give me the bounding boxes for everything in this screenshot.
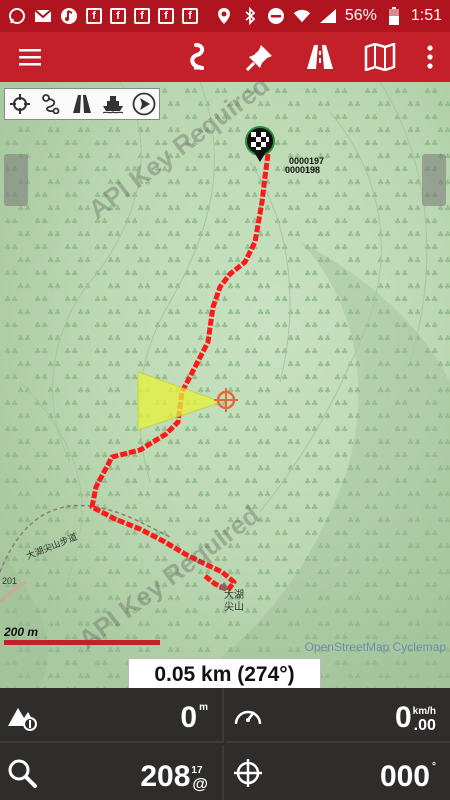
navigate-icon (132, 92, 155, 116)
road-tool-button[interactable] (69, 91, 95, 117)
whatsapp-icon (8, 7, 26, 25)
bluetooth-icon (241, 7, 259, 25)
accuracy-value: 208 (140, 760, 191, 793)
facebook-icon: f (182, 8, 198, 24)
menu-icon (19, 49, 41, 66)
speed-value: 0 (394, 701, 412, 734)
distance-readout: 0.05 km (274°) (128, 658, 321, 688)
speedometer-icon (234, 710, 262, 725)
facebook-icon: f (86, 8, 102, 24)
more-options-button[interactable] (410, 32, 450, 82)
road-icon (72, 95, 91, 113)
bearing-unit: ° (432, 761, 436, 772)
bearing-value: 000 (379, 760, 430, 793)
elevation-unit: m (199, 702, 208, 713)
locate-button[interactable] (7, 91, 33, 117)
dashboard: 0 m 0 km/h .00 208 17 @ 000 ° (0, 688, 450, 800)
elevation-icon (8, 708, 37, 731)
right-panel-handle[interactable] (422, 154, 446, 206)
scale-label: 200 m (4, 625, 39, 639)
accuracy-sub: @ (192, 776, 208, 793)
left-panel-handle[interactable] (4, 154, 28, 206)
facebook-icon: f (110, 8, 126, 24)
map-attribution[interactable]: OpenStreetMap Cyclemap (305, 640, 446, 654)
route-tool-button[interactable] (38, 91, 64, 117)
target-icon (10, 94, 31, 114)
facebook-icon: f (158, 8, 174, 24)
accuracy-cell[interactable]: 208 17 @ (0, 745, 224, 800)
elevation-value: 0 (180, 701, 198, 734)
speed-unit: km/h (412, 706, 436, 717)
route-button[interactable] (170, 32, 230, 82)
waypoint-label: 0000198 (285, 165, 321, 175)
map-icon (364, 43, 396, 71)
do-not-disturb-icon (267, 7, 285, 25)
more-vert-icon (427, 45, 433, 69)
waypoint-pin-button[interactable] (230, 32, 290, 82)
map-button[interactable] (350, 32, 410, 82)
mail-icon (34, 7, 52, 25)
menu-button[interactable] (0, 32, 60, 82)
crosshair-icon (234, 759, 262, 787)
music-icon (60, 7, 78, 25)
accuracy-sup: 17 (191, 765, 203, 776)
place-name: 尖山 (224, 602, 244, 613)
ferry-icon (102, 96, 124, 114)
wifi-icon (293, 7, 311, 25)
route-icon (190, 43, 205, 70)
signal-icon (319, 7, 337, 25)
scale-bar (4, 640, 160, 645)
location-icon (215, 7, 233, 25)
road-icon (307, 45, 333, 69)
battery-icon (385, 7, 403, 25)
app-toolbar (0, 32, 450, 82)
battery-percent: 56% (344, 7, 377, 24)
speed-cell[interactable]: 0 km/h .00 (226, 688, 450, 743)
facebook-icon: f (134, 8, 150, 24)
status-bar: f f f f f 56% 1:51 (0, 0, 450, 32)
map-scale: 200 m (4, 625, 160, 645)
pin-icon (245, 45, 272, 72)
map-tools-panel (4, 88, 160, 120)
route-icon (42, 94, 60, 114)
bearing-cell[interactable]: 000 ° (226, 745, 450, 800)
ferry-tool-button[interactable] (100, 91, 126, 117)
search-icon (8, 759, 37, 788)
navigate-button[interactable] (131, 91, 157, 117)
road-number: 201 (2, 576, 18, 586)
speed-decimals: .00 (413, 717, 436, 734)
elevation-cell[interactable]: 0 m (0, 688, 224, 743)
road-button[interactable] (290, 32, 350, 82)
clock: 1:51 (410, 7, 442, 24)
map-view[interactable]: ♣♣ ♣♣ (0, 82, 450, 688)
